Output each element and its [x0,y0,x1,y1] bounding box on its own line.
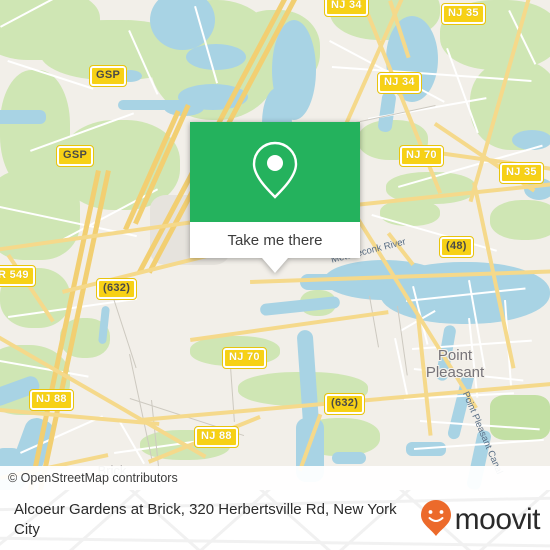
footer-bar: Alcoeur Gardens at Brick, 320 Herbertsvi… [0,490,550,550]
attribution-text[interactable]: © OpenStreetMap contributors [0,471,178,485]
location-title: Alcoeur Gardens at Brick, 320 Herbertsvi… [14,501,397,538]
map-canvas[interactable]: NJ 34 NJ 35 GSP NJ 34 GSP NJ 70 NJ 35 (48) R 549… [0,0,550,490]
take-me-there-label: Take me there [227,231,323,249]
location-pin-icon [247,139,303,206]
map-attribution-bar: © OpenStreetMap contributors [0,466,550,490]
location-popup[interactable]: Take me there [190,122,360,273]
map-screen: NJ 34 NJ 35 GSP NJ 34 GSP NJ 70 NJ 35 (48) R 549… [0,0,550,550]
moovit-pin-smiley-icon [420,499,452,542]
water-label-point-pleasant-canal: Point Pleasant Canal [459,390,505,476]
moovit-wordmark: moovit [454,503,541,536]
popup-header [190,122,360,222]
popup-pointer [262,258,288,273]
take-me-there-button[interactable]: Take me there [190,222,360,258]
moovit-logo[interactable]: moovit [420,499,541,542]
